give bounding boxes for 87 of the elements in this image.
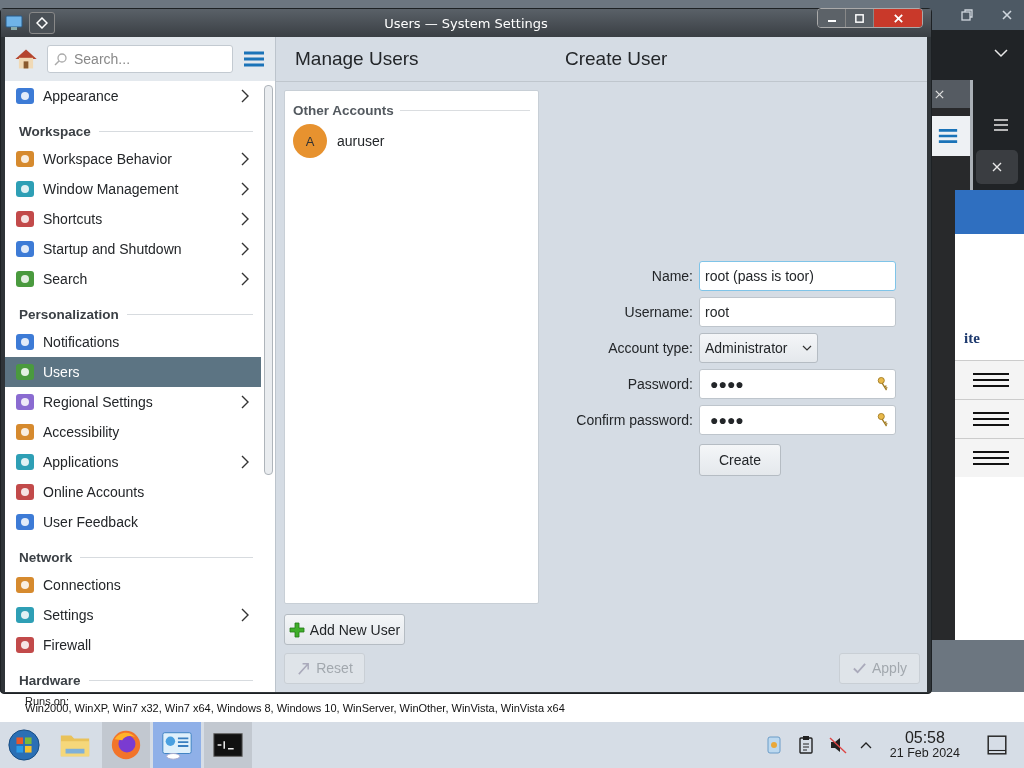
category-icon [15, 86, 35, 106]
sidebar-item[interactable]: Startup and Shutdown [5, 234, 261, 264]
field-label: Name: [650, 268, 693, 284]
account-type-dropdown[interactable]: Administrator [699, 333, 818, 363]
sidebar-item[interactable]: Users [5, 357, 261, 387]
create-button[interactable]: Create [699, 444, 781, 476]
menu-icon[interactable] [973, 411, 1009, 427]
category-icon [15, 422, 35, 442]
category-icon [15, 635, 35, 655]
input-field[interactable]: root [699, 297, 896, 327]
sidebar-item[interactable]: Window Management [5, 174, 261, 204]
field-label: Confirm password: [576, 412, 693, 428]
category-icon [15, 149, 35, 169]
category-icon [15, 605, 35, 625]
add-user-button[interactable]: Add New User [284, 614, 405, 645]
category-icon [15, 209, 35, 229]
field-label: Password: [626, 376, 693, 392]
category-icon [15, 179, 35, 199]
field-label: Account type: [607, 340, 693, 356]
category-icon [15, 512, 35, 532]
close-icon[interactable] [934, 88, 945, 100]
input-field[interactable]: root (pass is toor) [699, 261, 896, 291]
maximize-icon [854, 12, 865, 24]
category-icon [15, 575, 35, 595]
clock[interactable]: 05:58 21 Feb 2024 [889, 730, 960, 760]
close-button[interactable] [976, 150, 1018, 184]
menu-icon[interactable] [973, 450, 1009, 466]
category-icon [15, 362, 35, 382]
sidebar-item[interactable]: Shortcuts [5, 204, 261, 234]
category-icon [15, 482, 35, 502]
close-icon [991, 161, 1003, 173]
start-orb-icon [7, 728, 41, 762]
category-icon [15, 392, 35, 412]
maximize-button[interactable] [846, 9, 874, 27]
section-heading: Workspace [19, 124, 91, 139]
restore-icon[interactable] [960, 8, 974, 22]
window-menu-button[interactable] [29, 12, 55, 34]
field-label: Username: [623, 304, 693, 320]
page-title: Manage Users [295, 48, 420, 70]
close-button[interactable] [874, 9, 922, 27]
user-list-item[interactable]: A auruser [285, 122, 538, 160]
sidebar-item[interactable]: Settings [5, 600, 261, 630]
plus-icon [288, 621, 305, 638]
page-heading: ite [964, 330, 980, 347]
taskbar-button[interactable] [204, 722, 252, 768]
sidebar-item[interactable]: Accessibility [5, 417, 261, 447]
avatar: A [293, 124, 327, 158]
monitor-icon [5, 15, 23, 31]
arrow-icon [296, 660, 312, 676]
muted-speaker-icon[interactable] [827, 735, 848, 755]
sidebar-item[interactable]: Firewall [5, 630, 261, 660]
section-heading: Other Accounts [293, 103, 394, 118]
category-icon [15, 239, 35, 259]
sidebar-item[interactable]: Notifications [5, 327, 261, 357]
sidebar-item[interactable]: Connections [5, 570, 261, 600]
sidebar-item[interactable]: Online Accounts [5, 477, 261, 507]
window-title: Users — System Settings [383, 15, 549, 31]
diamond-icon [36, 17, 48, 29]
close-icon[interactable] [1000, 8, 1014, 22]
sidebar-item[interactable]: Regional Settings [5, 387, 261, 417]
search-icon [54, 52, 68, 66]
minimize-button[interactable] [818, 9, 846, 27]
chevron-down-icon[interactable] [994, 48, 1008, 58]
close-icon [892, 12, 904, 24]
sidebar-item[interactable]: Search [5, 264, 261, 294]
sidebar-item[interactable]: Workspace Behavior [5, 144, 261, 174]
sidebar-item[interactable]: Appearance [5, 81, 261, 111]
browser-icon [109, 728, 143, 762]
caret-icon [802, 345, 812, 351]
show-desktop-icon[interactable] [986, 734, 1008, 756]
section-heading: Hardware [19, 673, 81, 688]
section-heading: Personalization [19, 307, 119, 322]
category-icon [15, 269, 35, 289]
page-banner [955, 190, 1024, 234]
menu-icon[interactable] [973, 372, 1009, 388]
password-field[interactable]: ●●●● [699, 405, 896, 435]
category-icon [15, 452, 35, 472]
password-field[interactable]: ●●●● [699, 369, 896, 399]
caret-up-icon[interactable] [859, 741, 872, 749]
category-icon [15, 332, 35, 352]
minimize-icon [827, 20, 836, 22]
section-heading: Network [19, 550, 73, 565]
page-title: Create User [565, 48, 668, 70]
sidebar-item[interactable]: Applications [5, 447, 261, 477]
checkmark-icon [852, 660, 867, 676]
search-field[interactable]: Search... [47, 45, 233, 73]
sidebar-item[interactable]: User Feedback [5, 507, 261, 537]
